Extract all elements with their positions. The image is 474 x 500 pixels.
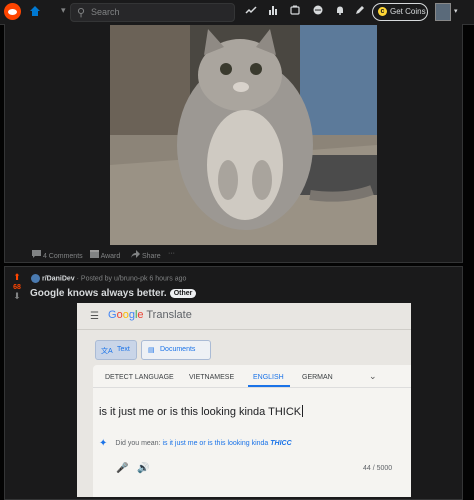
suggestion-emphasis: THICC bbox=[270, 440, 292, 447]
header-divider bbox=[77, 329, 411, 330]
bell-icon[interactable] bbox=[335, 5, 345, 18]
post-title[interactable]: Google knows always better. Other bbox=[30, 288, 197, 299]
subreddit-link[interactable]: r/DaniDev bbox=[42, 275, 75, 282]
translate-icon: 文A bbox=[101, 348, 113, 355]
translate-panel: DETECT LANGUAGE VIETNAMESE ENGLISH GERMA… bbox=[93, 365, 411, 497]
lang-detect: DETECT LANGUAGE bbox=[105, 374, 174, 381]
user-menu-chevron-icon[interactable]: ▾ bbox=[454, 7, 458, 15]
top-nav-bar: ▾ ⚲ Search c Get Coins ▾ bbox=[0, 0, 474, 25]
menu-icon: ☰ bbox=[90, 311, 99, 322]
lang-german: GERMAN bbox=[302, 374, 333, 381]
upvote-icon[interactable]: ⬆ bbox=[10, 273, 24, 282]
comments-label: 4 Comments bbox=[42, 253, 83, 260]
text-tab: 文A Text bbox=[95, 340, 137, 360]
active-lang-underline bbox=[248, 385, 290, 387]
comment-icon bbox=[32, 250, 41, 258]
brand-letter: G bbox=[108, 309, 117, 321]
mic-icon: 🎤 bbox=[116, 463, 129, 474]
source-text: is it just me or is this looking kinda T… bbox=[99, 405, 304, 418]
search-bar[interactable]: ⚲ Search bbox=[70, 3, 235, 22]
did-you-mean-label: Did you mean: bbox=[115, 440, 161, 447]
user-avatar[interactable] bbox=[435, 3, 451, 21]
trending-icon[interactable] bbox=[245, 5, 257, 18]
more-options-button[interactable]: ··· bbox=[168, 250, 175, 257]
translate-logo: Google Translate bbox=[108, 309, 192, 321]
get-coins-label: Get Coins bbox=[390, 7, 426, 16]
post-image[interactable] bbox=[110, 25, 377, 245]
chevron-down-icon[interactable]: ▾ bbox=[61, 5, 66, 16]
posted-by-text: · Posted by u/bruno-pk 6 hours ago bbox=[76, 275, 187, 283]
search-icon: ⚲ bbox=[77, 7, 86, 19]
subreddit-icon[interactable] bbox=[31, 274, 40, 283]
post-image-google-translate[interactable]: ☰ Google Translate 文A Text ▤ Documents D… bbox=[77, 303, 411, 497]
post-card-cat[interactable]: 4 Comments Award Share ··· bbox=[4, 24, 463, 263]
share-button[interactable]: Share bbox=[131, 250, 161, 260]
share-label: Share bbox=[141, 253, 161, 260]
did-you-mean: ✦ Did you mean: is it just me or is this … bbox=[99, 438, 292, 449]
coin-icon: c bbox=[378, 7, 387, 16]
documents-tab: ▤ Documents bbox=[141, 340, 211, 360]
share-icon bbox=[131, 250, 140, 258]
text-cursor bbox=[302, 405, 304, 417]
post-flair[interactable]: Other bbox=[169, 289, 197, 298]
lang-vietnamese: VIETNAMESE bbox=[189, 374, 235, 381]
text-tab-label: Text bbox=[117, 346, 130, 353]
award-label: Award bbox=[100, 253, 121, 260]
downvote-icon[interactable]: ⬇ bbox=[10, 292, 24, 301]
chevron-down-icon: ⌄ bbox=[369, 371, 377, 381]
lang-english: ENGLISH bbox=[253, 374, 284, 381]
char-count: 44 / 5000 bbox=[363, 465, 393, 472]
suggestion-text: is it just me or is this looking kinda bbox=[162, 440, 269, 447]
post-meta: r/DaniDev · Posted by u/bruno-pk 6 hours… bbox=[31, 274, 186, 283]
vote-score: 68 bbox=[13, 284, 21, 291]
sparkle-icon: ✦ bbox=[99, 438, 108, 449]
comments-button[interactable]: 4 Comments bbox=[32, 250, 83, 260]
chat-icon[interactable] bbox=[313, 5, 323, 18]
translate-header: ☰ Google Translate bbox=[77, 303, 411, 329]
reddit-logo-icon[interactable] bbox=[4, 3, 21, 20]
home-icon[interactable] bbox=[29, 5, 41, 17]
brand-letter: e bbox=[137, 309, 144, 321]
language-bar: DETECT LANGUAGE VIETNAMESE ENGLISH GERMA… bbox=[93, 365, 411, 388]
pencil-icon[interactable] bbox=[355, 5, 365, 18]
communities-icon[interactable] bbox=[290, 5, 300, 18]
source-text-value: is it just me or is this looking kinda T… bbox=[99, 406, 302, 418]
post-title-text: Google knows always better. bbox=[30, 288, 167, 299]
search-input[interactable]: Search bbox=[91, 7, 120, 17]
speaker-icon: 🔊 bbox=[137, 463, 150, 474]
get-coins-button[interactable]: c Get Coins bbox=[372, 3, 428, 21]
brand-translate-word: Translate bbox=[146, 309, 192, 321]
stats-icon[interactable] bbox=[268, 5, 278, 18]
document-icon: ▤ bbox=[148, 347, 155, 354]
post-card-google[interactable]: ⬆ 68 ⬇ r/DaniDev · Posted by u/bruno-pk … bbox=[4, 266, 463, 500]
award-icon bbox=[90, 250, 99, 258]
documents-tab-label: Documents bbox=[160, 346, 196, 353]
award-button[interactable]: Award bbox=[90, 250, 120, 260]
vote-column: ⬆ 68 ⬇ bbox=[10, 273, 24, 301]
